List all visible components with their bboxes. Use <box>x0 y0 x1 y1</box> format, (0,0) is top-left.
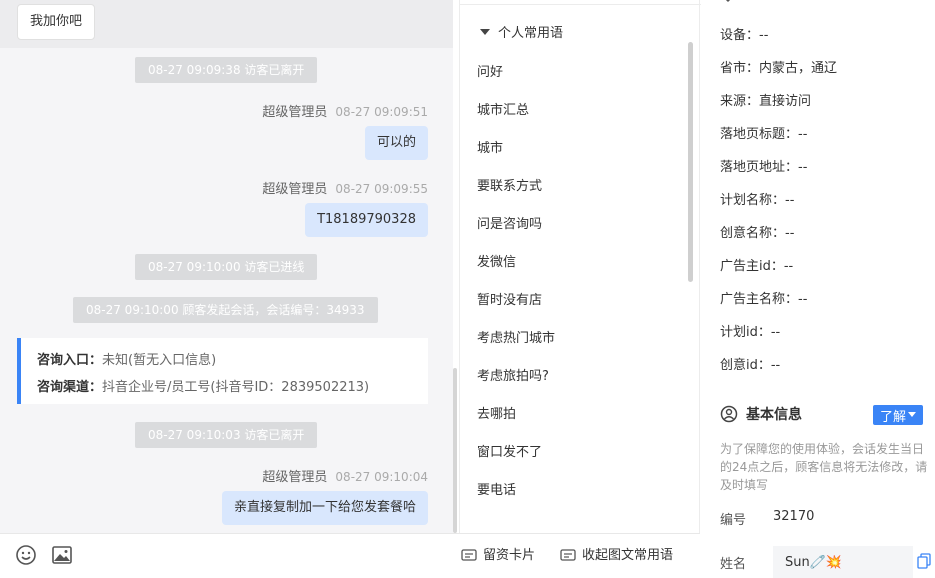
plan-name-field: 计划名称：-- <box>720 193 795 208</box>
customer-info-panel: 设备：-- 省市：内蒙古，通辽 来源：直接访问 落地页标题：-- 落地页地址：-… <box>701 0 935 578</box>
message-time: 08-27 09:09:55 <box>335 182 428 196</box>
collapse-phrases-button[interactable]: 收起图文常用语 <box>560 546 673 566</box>
message-meta: 超级管理员 08-27 09:09:51 <box>262 101 428 120</box>
plan-id-field: 计划id：-- <box>720 325 781 340</box>
visitor-message-bubble: 我加你吧 <box>17 4 96 40</box>
divider <box>460 4 701 5</box>
collapse-phrases-label: 收起图文常用语 <box>582 548 674 563</box>
landing-title-field: 落地页标题：-- <box>720 127 808 142</box>
system-message: 08-27 09:09:38 访客已离开 <box>135 57 318 83</box>
phrase-item[interactable]: 去哪拍 <box>477 403 516 422</box>
region-field: 省市：内蒙古，通辽 <box>720 61 838 76</box>
message-time: 08-27 09:09:51 <box>335 105 428 119</box>
phrase-item[interactable]: 问好 <box>477 61 503 80</box>
advertiser-name-field: 广告主名称：-- <box>720 292 808 307</box>
sender-name: 超级管理员 <box>262 105 328 120</box>
agent-message-bubble: T18189790328 <box>305 203 428 237</box>
phrase-item[interactable]: 暂时没有店 <box>477 289 542 308</box>
channel-row: 咨询渠道：抖音企业号/员工号(抖音号ID：2839502213) <box>37 374 428 401</box>
agent-message-bubble: 可以的 <box>364 126 428 160</box>
phrases-scrollbar[interactable] <box>688 42 693 282</box>
creative-name-field: 创意名称：-- <box>720 226 795 241</box>
phrase-item[interactable]: 问是咨询吗 <box>477 213 542 232</box>
entry-value: 未知(暂无入口信息) <box>102 353 217 368</box>
name-input[interactable] <box>773 546 913 578</box>
message-meta: 超级管理员 08-27 09:09:55 <box>262 178 428 197</box>
phrase-group-header[interactable]: 个人常用语 <box>480 22 563 41</box>
agent-message-bubble: 亲直接复制加一下给您发套餐哈 <box>221 491 428 525</box>
smile-icon[interactable] <box>14 543 38 567</box>
basic-info-title: 基本信息 <box>746 407 802 423</box>
chat-scrollbar[interactable] <box>453 368 457 533</box>
sender-name: 超级管理员 <box>262 182 328 197</box>
basic-info-header: 基本信息 <box>720 404 802 424</box>
landing-url-field: 落地页地址：-- <box>720 160 808 175</box>
system-message: 08-27 09:10:03 访客已离开 <box>135 422 318 448</box>
phrase-item[interactable]: 要联系方式 <box>477 175 542 194</box>
phrases-panel: 个人常用语 问好 城市汇总 城市 要联系方式 问是咨询吗 发微信 暂时没有店 考… <box>459 0 701 533</box>
message-icon <box>560 549 576 561</box>
learn-more-button[interactable]: 了解 <box>873 405 923 425</box>
creative-id-field: 创意id：-- <box>720 358 781 373</box>
system-message: 08-27 09:10:00 顾客发起会话，会话编号：34933 <box>73 297 378 323</box>
chat-panel: 我加你吧 08-27 09:09:38 访客已离开 超级管理员 08-27 09:… <box>0 0 453 533</box>
channel-label: 咨询渠道： <box>37 380 103 395</box>
phrase-group-title: 个人常用语 <box>498 26 564 41</box>
learn-more-label: 了解 <box>879 409 906 425</box>
phrase-item[interactable]: 城市汇总 <box>477 99 529 118</box>
phrase-item[interactable]: 窗口发不了 <box>477 441 542 460</box>
edit-notice: 为了保障您的使用体验，会话发生当日的24点之后，顾客信息将无法修改，请及时填写 <box>720 442 928 492</box>
phrase-item[interactable]: 发微信 <box>477 251 516 270</box>
chevron-down-icon[interactable] <box>723 0 733 4</box>
message-time: 08-27 09:10:04 <box>335 470 428 484</box>
consult-info-card: 咨询入口：未知(暂无入口信息) 咨询渠道：抖音企业号/员工号(抖音号ID：283… <box>17 338 428 404</box>
advertiser-id-field: 广告主id：-- <box>720 259 794 274</box>
entry-row: 咨询入口：未知(暂无入口信息) <box>37 347 428 374</box>
phrase-item[interactable]: 考虑旅拍吗? <box>477 365 549 384</box>
lead-card-label: 留资卡片 <box>483 548 536 563</box>
chat-toolbar: 留资卡片 收起图文常用语 <box>0 533 700 578</box>
name-label: 姓名 <box>720 557 747 572</box>
entry-label: 咨询入口： <box>37 353 103 368</box>
channel-value: 抖音企业号/员工号(抖音号ID：2839502213) <box>102 380 370 395</box>
phrase-item[interactable]: 要电话 <box>477 479 516 498</box>
number-label: 编号 <box>720 513 747 528</box>
source-field: 来源：直接访问 <box>720 94 812 109</box>
image-icon[interactable] <box>50 543 74 567</box>
phrase-item[interactable]: 考虑热门城市 <box>477 327 555 346</box>
copy-icon[interactable] <box>917 553 931 569</box>
caret-down-icon <box>908 412 916 417</box>
system-message: 08-27 09:10:00 访客已进线 <box>135 254 318 280</box>
sender-name: 超级管理员 <box>262 470 328 485</box>
card-icon <box>461 549 477 561</box>
lead-card-button[interactable]: 留资卡片 <box>461 546 535 566</box>
message-meta: 超级管理员 08-27 09:10:04 <box>262 466 428 485</box>
number-value: 32170 <box>773 509 815 524</box>
caret-down-icon <box>480 28 490 35</box>
device-field: 设备：-- <box>720 28 769 43</box>
user-circle-icon <box>720 405 738 423</box>
phrase-item[interactable]: 城市 <box>477 137 503 156</box>
